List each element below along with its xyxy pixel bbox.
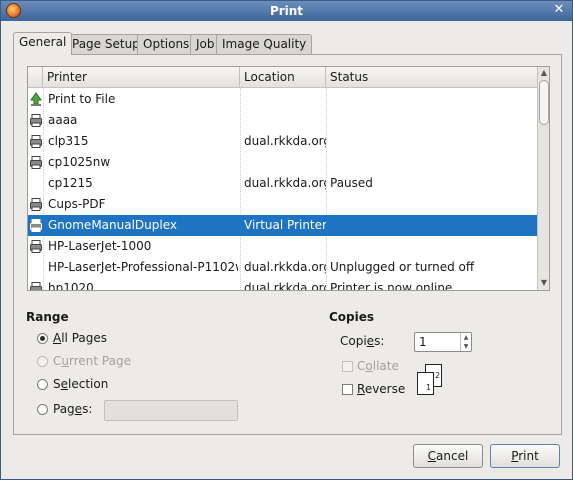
tab-image-quality[interactable]: Image Quality <box>216 34 313 54</box>
print-to-file-icon <box>29 92 44 107</box>
range-title: Range <box>26 310 69 324</box>
printer-row[interactable]: cp1025nw <box>28 152 537 173</box>
tab-page-setup[interactable]: Page Setup <box>66 34 146 54</box>
scrollbar-thumb[interactable] <box>539 80 549 125</box>
selection-radio[interactable] <box>37 379 48 390</box>
printer-status <box>330 152 535 173</box>
copies-spinbox[interactable]: 1 ▲ ▼ <box>414 332 472 352</box>
scroll-up-icon[interactable]: ▲ <box>538 67 549 79</box>
printer-list-scrollbar[interactable]: ▲ ▼ <box>537 67 549 290</box>
tab-options[interactable]: Options <box>137 34 196 54</box>
printer-row[interactable]: Cups-PDF <box>28 194 537 215</box>
printer-location <box>244 194 326 215</box>
column-header-location[interactable]: Location <box>240 67 326 88</box>
printer-status <box>330 131 535 152</box>
cancel-button[interactable]: Cancel <box>413 444 483 468</box>
printer-location: dual.rkkda.org <box>244 176 326 190</box>
collate-checkbox <box>342 361 353 372</box>
printer-name: Print to File <box>48 92 116 106</box>
column-header-status[interactable]: Status <box>326 67 537 88</box>
pages-label[interactable]: Pages: <box>53 402 92 416</box>
printer-name: GnomeManualDuplex <box>48 218 177 232</box>
printer-row[interactable]: HP-LaserJet-Professional-P1102w dual.rkkd… <box>28 257 537 278</box>
printer-icon <box>29 155 44 170</box>
printer-location <box>244 236 326 257</box>
printer-status: Printer is now online <box>330 281 453 291</box>
printer-location <box>244 152 326 173</box>
printer-status: Unplugged or turned off <box>330 260 475 274</box>
printer-row[interactable]: GnomeManualDuplex Virtual Printer <box>28 215 537 236</box>
printer-location <box>244 89 326 110</box>
current-page-radio <box>37 356 48 367</box>
printer-status <box>330 110 535 131</box>
printer-icon <box>29 218 44 233</box>
printer-icon <box>29 239 44 254</box>
column-header-icon[interactable] <box>28 67 43 88</box>
close-icon[interactable]: ✕ <box>552 3 566 17</box>
printer-row[interactable]: HP-LaserJet-1000 <box>28 236 537 257</box>
printer-row[interactable]: aaaa <box>28 110 537 131</box>
printer-icon <box>29 197 44 212</box>
copies-label: Copies: <box>340 334 385 348</box>
collate-preview-icon: 2 1 <box>417 364 442 395</box>
pages-radio[interactable] <box>37 404 48 415</box>
reverse-checkbox[interactable] <box>342 384 353 395</box>
printer-location <box>244 110 326 131</box>
printer-row[interactable]: Print to File <box>28 89 537 110</box>
printer-name: cp1025nw <box>48 155 111 169</box>
window-title: Print <box>269 4 304 18</box>
svg-text:1: 1 <box>426 383 431 392</box>
current-page-label: Current Page <box>53 354 131 368</box>
copies-value: 1 <box>419 335 427 349</box>
column-header-printer[interactable]: Printer <box>43 67 240 88</box>
svg-text:2: 2 <box>435 371 440 380</box>
printer-row[interactable]: clp315 dual.rkkda.org <box>28 131 537 152</box>
printer-list: Printer Location Status Print to File aaa… <box>27 66 550 291</box>
pages-input[interactable] <box>104 400 238 421</box>
all-pages-label[interactable]: All Pages <box>53 331 107 345</box>
printer-name: clp315 <box>48 134 89 148</box>
spin-down-icon[interactable]: ▼ <box>460 342 471 351</box>
printer-status <box>330 236 535 257</box>
collate-label: Collate <box>357 359 399 373</box>
printer-icon <box>29 134 44 149</box>
printer-row[interactable]: cp1215 dual.rkkda.org Paused <box>28 173 537 194</box>
printer-name: HP-LaserJet-Professional-P1102w <box>48 260 238 274</box>
printer-icon <box>29 113 44 128</box>
printer-name: aaaa <box>48 113 78 127</box>
printer-name: Cups-PDF <box>48 197 106 211</box>
selection-label[interactable]: Selection <box>53 377 108 391</box>
print-dialog: Print ✕ General Page Setup Options Job I… <box>0 0 573 480</box>
printer-name: cp1215 <box>48 176 93 190</box>
print-button[interactable]: Print <box>490 444 560 468</box>
printer-name: HP-LaserJet-1000 <box>48 239 152 253</box>
printer-list-header: Printer Location Status <box>28 67 537 88</box>
printer-name: hp1020 <box>48 281 94 291</box>
spin-up-icon[interactable]: ▲ <box>460 333 471 342</box>
scroll-down-icon[interactable]: ▼ <box>538 277 549 289</box>
printer-location: dual.rkkda.org <box>244 260 326 274</box>
copies-title: Copies <box>329 310 375 324</box>
printer-status <box>330 89 535 110</box>
printer-status <box>330 194 535 215</box>
printer-row[interactable]: hp1020 dual.rkkda.org Printer is now onlin… <box>28 278 537 291</box>
all-pages-radio[interactable] <box>37 333 48 344</box>
printer-status: Paused <box>330 176 373 190</box>
tab-general[interactable]: General <box>13 32 73 55</box>
reverse-label[interactable]: Reverse <box>357 382 405 396</box>
printer-icon <box>29 281 44 290</box>
printer-location: dual.rkkda.org <box>244 281 326 291</box>
printer-status <box>330 215 535 236</box>
printer-location: dual.rkkda.org <box>244 134 326 148</box>
title-bar[interactable]: Print ✕ <box>1 1 572 21</box>
printer-location: Virtual Printer <box>244 218 326 232</box>
